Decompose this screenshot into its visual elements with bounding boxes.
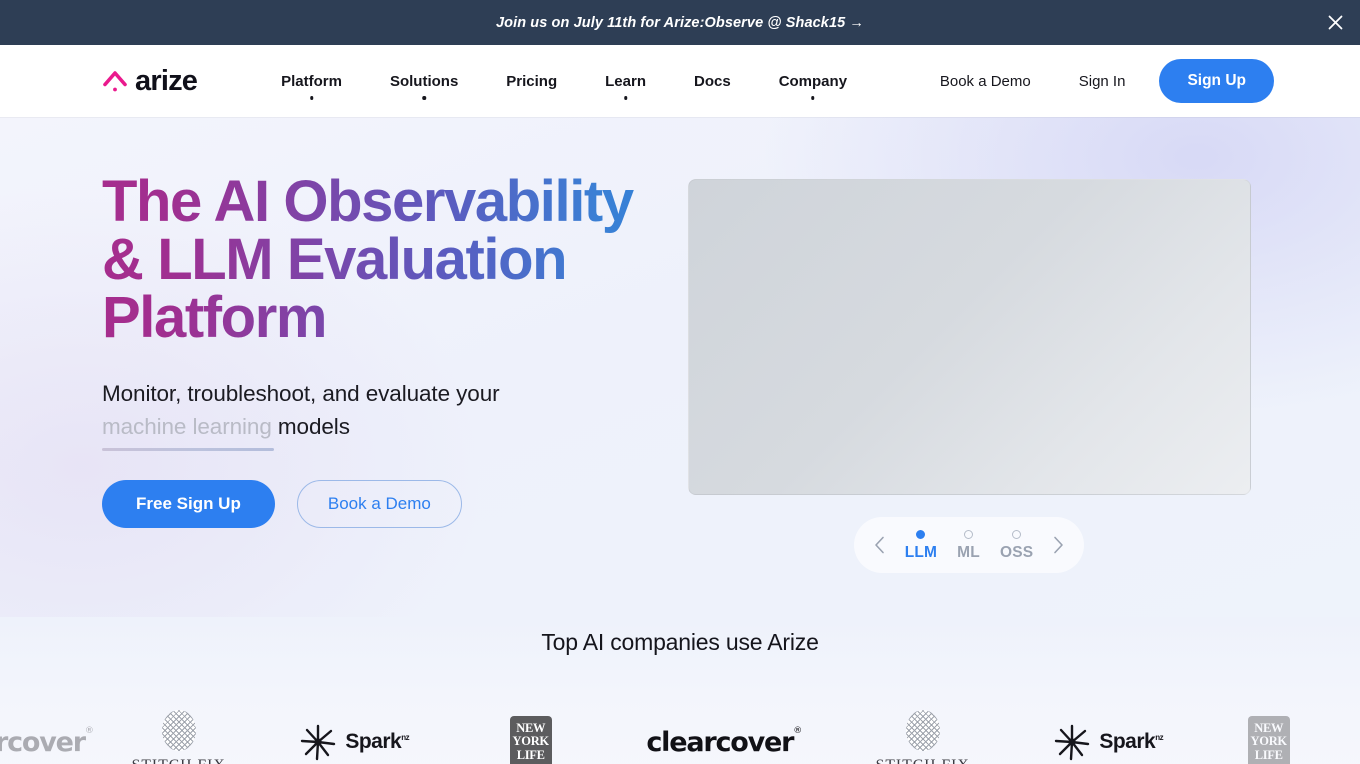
carousel-tab-llm[interactable]: LLM bbox=[904, 529, 938, 561]
chevron-down-icon bbox=[623, 96, 628, 100]
carousel-tab-oss[interactable]: OSS bbox=[999, 529, 1034, 561]
hero-subtitle-suffix: models bbox=[271, 414, 350, 440]
sign-in-link[interactable]: Sign In bbox=[1055, 73, 1150, 90]
spark-starburst-icon bbox=[301, 724, 336, 761]
logo-item-stitch-fix: STITCH FIX bbox=[829, 703, 1017, 764]
chevron-right-icon[interactable] bbox=[1048, 534, 1070, 556]
nav-item-label: Solutions bbox=[389, 72, 459, 90]
nyl-line: LIFE bbox=[516, 747, 545, 762]
new-york-life-mark: NEW YORK LIFE bbox=[1247, 716, 1290, 764]
carousel-tab-label: ML bbox=[957, 543, 980, 561]
stitch-fix-wordmark: STITCH FIX bbox=[876, 757, 970, 764]
announcement-text[interactable]: Join us on July 11th for Arize:Observe @… bbox=[496, 15, 864, 31]
logos-heading: Top AI companies use Arize bbox=[541, 629, 819, 655]
hero-subtitle: Monitor, troubleshoot, and evaluate your… bbox=[102, 377, 662, 451]
carousel-dot-icon bbox=[1012, 529, 1022, 539]
page-title: The AI Observability & LLM Evaluation Pl… bbox=[102, 173, 662, 347]
logo-item-new-york-life: NEW YORK LIFE bbox=[443, 703, 619, 764]
close-icon[interactable] bbox=[1322, 10, 1348, 36]
new-york-life-mark: NEW YORK LIFE bbox=[509, 716, 552, 764]
chevron-down-icon bbox=[422, 96, 426, 100]
nav-item-learn[interactable]: Learn bbox=[581, 72, 670, 100]
logo-item-spark: Sparknz bbox=[1017, 703, 1199, 764]
logo-item-new-york-life: NEW YORK LIFE bbox=[1199, 703, 1339, 764]
brand-logo[interactable]: arize bbox=[102, 64, 198, 97]
carousel-tab-label: OSS bbox=[999, 543, 1034, 561]
carousel-dot-icon bbox=[916, 529, 926, 539]
clearcover-wordmark: clearcover® bbox=[0, 725, 94, 758]
site-header: arize Platform Solutions Pricing Learn D… bbox=[0, 45, 1360, 117]
book-a-demo-link[interactable]: Book a Demo bbox=[916, 73, 1055, 90]
sign-up-button[interactable]: Sign Up bbox=[1159, 59, 1274, 103]
spark-starburst-icon bbox=[1055, 724, 1090, 761]
hero-carousel-controls: LLM ML OSS bbox=[854, 517, 1084, 573]
stitch-fix-wordmark: STITCH FIX bbox=[132, 757, 226, 764]
logo-item-stitch-fix: STITCH FIX bbox=[93, 703, 265, 764]
nav-item-solutions[interactable]: Solutions bbox=[366, 72, 482, 100]
header-actions: Book a Demo Sign In Sign Up bbox=[916, 59, 1274, 103]
carousel-tab-label: LLM bbox=[904, 543, 938, 561]
hero-section: The AI Observability & LLM Evaluation Pl… bbox=[0, 117, 1360, 617]
logo-item-clearcover: clearcover® bbox=[619, 703, 829, 764]
nyl-line: NEW bbox=[516, 721, 546, 736]
carousel-tab-list: LLM ML OSS bbox=[904, 529, 1034, 561]
hero-cta-group: Free Sign Up Book a Demo bbox=[102, 479, 662, 528]
hero-product-screenshot bbox=[687, 179, 1251, 495]
customer-logos-section: Top AI companies use Arize clearcover® S… bbox=[0, 617, 1360, 764]
logo-item-clearcover: clearcover® bbox=[0, 703, 94, 764]
nyl-line: YORK bbox=[512, 734, 550, 749]
free-sign-up-button[interactable]: Free Sign Up bbox=[102, 479, 275, 528]
hero-subtitle-prefix: Monitor, troubleshoot, and evaluate your bbox=[102, 381, 500, 406]
nyl-line: NEW bbox=[1254, 721, 1284, 736]
spark-wordmark: Sparknz bbox=[345, 730, 410, 753]
nav-item-label: Docs bbox=[694, 72, 731, 90]
logo-marquee: clearcover® STITCH FIX bbox=[0, 703, 1360, 764]
nyl-line: LIFE bbox=[1254, 747, 1283, 762]
main-navigation: Platform Solutions Pricing Learn Docs Co… bbox=[257, 72, 871, 100]
hero-copy: The AI Observability & LLM Evaluation Pl… bbox=[102, 173, 662, 573]
nav-item-company[interactable]: Company bbox=[755, 72, 871, 100]
chevron-left-icon[interactable] bbox=[868, 534, 890, 556]
nav-item-platform[interactable]: Platform bbox=[257, 72, 366, 100]
nyl-line: YORK bbox=[1250, 734, 1288, 749]
nav-item-label: Pricing bbox=[506, 72, 558, 90]
stitch-fix-mark-icon bbox=[161, 709, 196, 751]
hero-rotating-word: machine learning bbox=[102, 410, 274, 451]
carousel-dot-icon bbox=[964, 529, 974, 539]
clearcover-wordmark: clearcover® bbox=[646, 725, 802, 758]
book-a-demo-button[interactable]: Book a Demo bbox=[296, 479, 462, 528]
spark-wordmark: Sparknz bbox=[1099, 730, 1164, 753]
arize-chevron-logo-icon bbox=[103, 71, 127, 92]
nav-item-docs[interactable]: Docs bbox=[670, 74, 755, 89]
hero-media-area: LLM ML OSS bbox=[662, 173, 1276, 573]
nav-item-pricing[interactable]: Pricing bbox=[482, 74, 581, 89]
stitch-fix-mark-icon bbox=[905, 709, 940, 751]
announcement-banner: Join us on July 11th for Arize:Observe @… bbox=[0, 0, 1360, 45]
chevron-down-icon bbox=[811, 96, 815, 100]
chevron-down-icon bbox=[309, 96, 314, 100]
nav-item-label: Platform bbox=[281, 72, 342, 90]
brand-wordmark: arize bbox=[135, 64, 198, 97]
nav-item-label: Company bbox=[778, 72, 848, 90]
logo-item-spark: Sparknz bbox=[265, 703, 443, 764]
carousel-tab-ml[interactable]: ML bbox=[957, 529, 980, 561]
nav-item-label: Learn bbox=[605, 72, 646, 90]
